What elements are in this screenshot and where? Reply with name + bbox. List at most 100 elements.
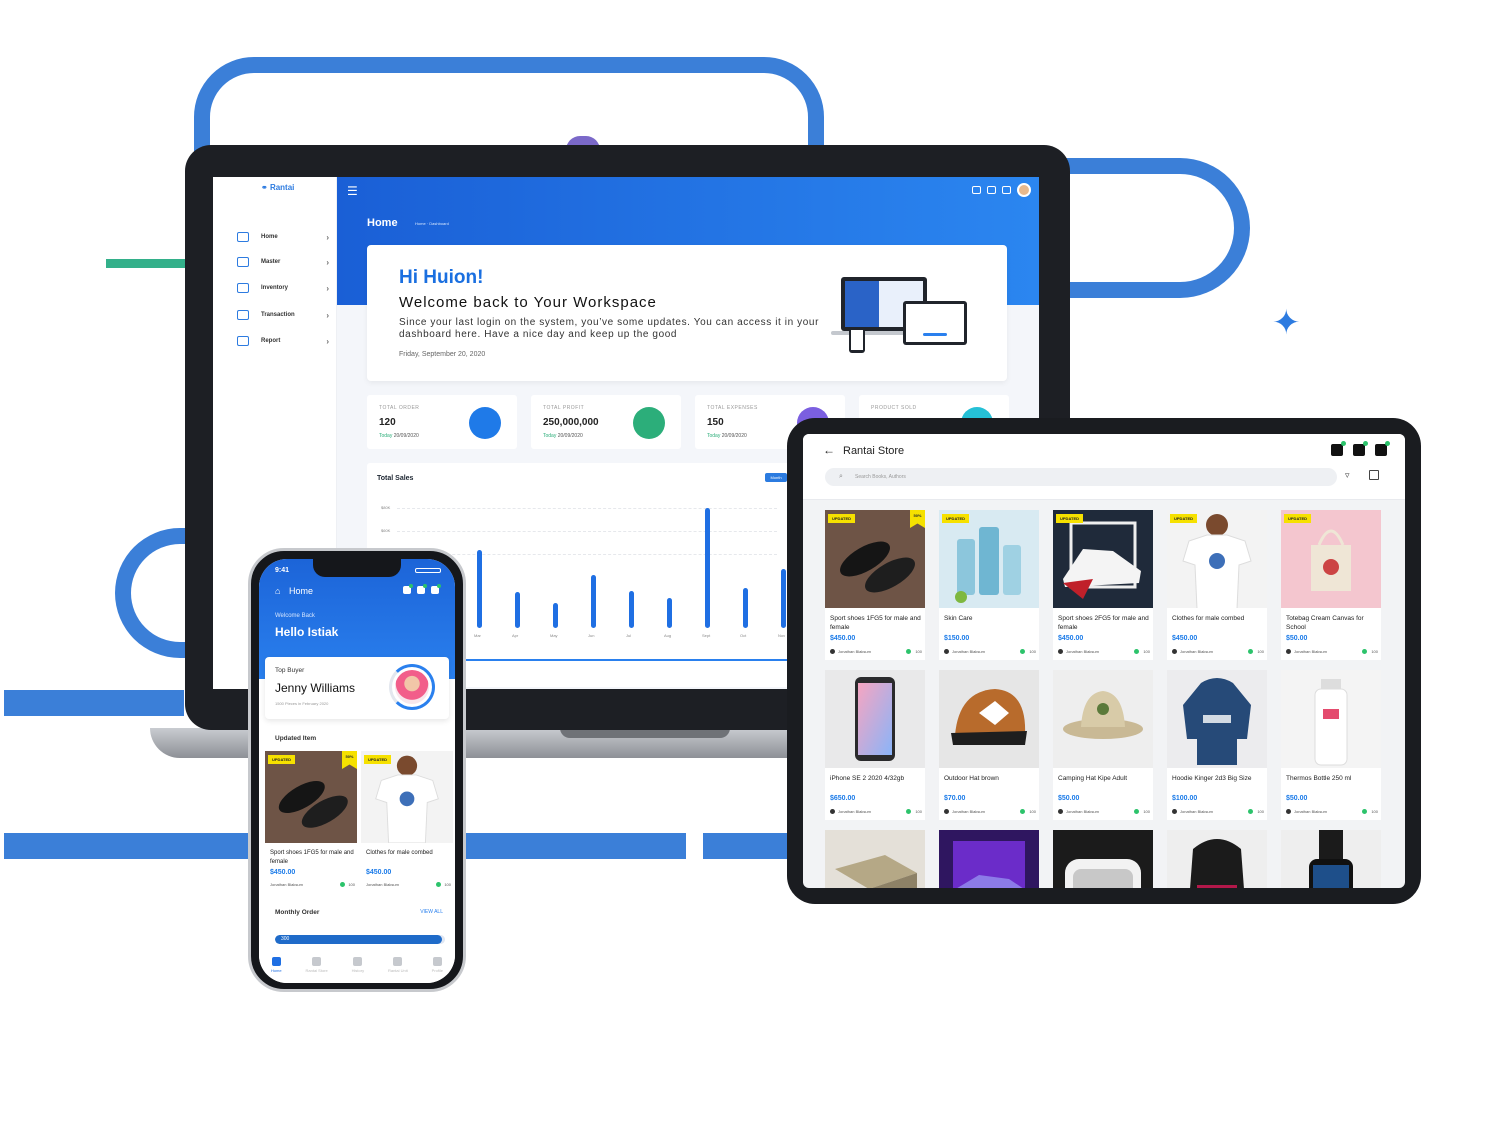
sidebar-item-master[interactable]: Master › [237, 254, 329, 270]
bell-icon[interactable] [417, 584, 427, 594]
sidebar-item-inventory[interactable]: Inventory › [237, 280, 329, 296]
sales-bar[interactable] [743, 587, 748, 628]
mobile-screen: 9:41 ⌂ Home Welcome Back Hello Istiak To… [259, 559, 455, 983]
cart-icon [237, 310, 249, 320]
online-status-dot [1134, 649, 1139, 654]
sidebar-item-label: Report [261, 338, 281, 344]
product-card[interactable]: UPDATED Totebag Cream Canvas for School $5… [1281, 510, 1381, 660]
cart-icon[interactable] [1002, 186, 1011, 194]
x-tick-label: Oct [740, 633, 747, 638]
product-card[interactable] [1281, 830, 1381, 888]
app-logo[interactable]: ⚭ Rantai [261, 183, 294, 192]
top-buyer-card[interactable]: Top Buyer Jenny Williams 1500 Pieces in … [265, 657, 449, 719]
tab-history[interactable]: History [352, 957, 364, 973]
product-card[interactable]: UPDATED Clothes for male combed $450.00 Jon… [1167, 510, 1267, 660]
sales-bar[interactable] [667, 598, 672, 628]
chevron-right-icon: › [326, 232, 329, 242]
tab-rantai-store[interactable]: Rantai Store [306, 957, 328, 973]
sales-bar[interactable] [781, 568, 786, 628]
product-price: $50.00 [1286, 795, 1308, 802]
product-price: $100.00 [1172, 795, 1198, 802]
filter-icon[interactable]: ▿ [1345, 470, 1350, 481]
product-count: 100 [1371, 809, 1378, 814]
avatar[interactable] [1017, 183, 1031, 197]
view-all-link[interactable]: VIEW ALL [420, 909, 443, 915]
online-status-dot [340, 882, 345, 887]
product-image [1281, 670, 1381, 768]
product-card[interactable]: Hoodie Kinger 2d3 Big Size $100.00 Jonatha… [1167, 670, 1267, 820]
product-seller: Jonathan Blaksum [1286, 649, 1327, 654]
product-name: Camping Hat Kipe Adult [1058, 775, 1128, 782]
cart-icon[interactable] [1375, 441, 1390, 456]
product-card[interactable] [825, 830, 925, 888]
product-count: 100 [1257, 809, 1264, 814]
product-image [1053, 670, 1153, 768]
stat-card-total-profit[interactable]: TOTAL PROFIT 250,000,000 Today 20/09/202… [531, 395, 681, 449]
grid-line [397, 531, 777, 532]
product-card[interactable] [939, 830, 1039, 888]
store-screen: ← Rantai Store Search Books, Authors ▿ U… [803, 434, 1405, 888]
tab-label: Home [270, 968, 282, 973]
product-image [1167, 670, 1267, 768]
product-seller: Jonathan Blaksum [1058, 809, 1099, 814]
page-title: Home [367, 217, 398, 229]
hamburger-menu-icon[interactable]: ☰ [347, 184, 358, 198]
product-count: 100 [1257, 649, 1264, 654]
money-hand-icon [633, 407, 665, 439]
tab-label: Rantai Unit [387, 968, 408, 973]
product-price: $450.00 [366, 869, 392, 876]
product-card[interactable]: UPDATED Skin Care $150.00 Jonathan Blaksum 1… [939, 510, 1039, 660]
report-icon [237, 336, 249, 346]
app-logo-text: Rantai [269, 183, 295, 192]
product-seller: Jonathan Blaksum [830, 649, 871, 654]
chat-icon[interactable] [1331, 441, 1346, 456]
tab-rantai-unit[interactable]: Rantai Unit [388, 957, 408, 973]
product-count: 100 [1143, 809, 1150, 814]
online-status-dot [1248, 809, 1253, 814]
cart-icon[interactable] [431, 584, 441, 594]
product-card[interactable]: Camping Hat Kipe Adult $50.00 Jonathan Bla… [1053, 670, 1153, 820]
product-image [1053, 830, 1153, 888]
sales-bar[interactable] [515, 592, 520, 628]
online-status-dot [1362, 649, 1367, 654]
online-status-dot [1020, 649, 1025, 654]
sales-bar[interactable] [705, 507, 710, 628]
product-card[interactable] [1167, 830, 1267, 888]
sales-bar[interactable] [477, 550, 482, 628]
stat-label: TOTAL EXPENSES [707, 405, 758, 411]
updated-item-heading: Updated Item [275, 735, 317, 742]
x-tick-label: Aug [664, 633, 672, 638]
sales-bar[interactable] [591, 574, 596, 628]
bell-icon[interactable] [987, 186, 996, 194]
product-card[interactable] [1053, 830, 1153, 888]
sidebar-item-transaction[interactable]: Transaction › [237, 307, 329, 323]
online-status-dot [436, 882, 441, 887]
stat-card-total-order[interactable]: TOTAL ORDER 120 Today 20/09/2020 [367, 395, 517, 449]
sales-bar[interactable] [553, 603, 558, 628]
devices-illustration [831, 277, 967, 353]
product-card[interactable]: UPDATED Sport shoes 2FG5 for male and fem… [1053, 510, 1153, 660]
product-card[interactable]: iPhone SE 2 2020 4/32gb $650.00 Jonathan B… [825, 670, 925, 820]
breadcrumb[interactable]: Home · Dashboard [415, 221, 449, 226]
product-card[interactable]: Outdoor Hat brown $70.00 Jonathan Blaksum 1… [939, 670, 1039, 820]
sales-bar[interactable] [629, 590, 634, 628]
back-arrow-icon[interactable]: ← [823, 443, 835, 457]
bell-icon[interactable] [1353, 441, 1368, 456]
y-tick-label: $60K [381, 528, 391, 533]
sidebar-item-home[interactable]: Home › [237, 229, 329, 245]
chat-icon[interactable] [972, 186, 981, 194]
battery-icon [415, 568, 441, 573]
product-price: $150.00 [944, 635, 970, 642]
product-image [1167, 510, 1267, 608]
tab-profile[interactable]: Profile [432, 957, 443, 973]
product-card[interactable]: UPDATED 50% Sport shoes 1FG5 for male and … [825, 510, 925, 660]
sidebar-item-report[interactable]: Report › [237, 333, 329, 349]
updated-item-card[interactable]: UPDATED Clothes for male combed $450.00 Jon… [361, 751, 453, 899]
tab-home[interactable]: Home [271, 957, 282, 973]
search-input[interactable]: Search Books, Authors [825, 468, 1337, 486]
chat-icon[interactable] [403, 584, 413, 594]
updated-item-card[interactable]: UPDATED 50% Sport shoes 1FG5 for male and … [265, 751, 357, 899]
decor-bar-bottom-right [703, 833, 787, 859]
list-view-icon[interactable] [1369, 470, 1379, 480]
product-card[interactable]: Thermos Bottle 250 ml $50.00 Jonathan Blak… [1281, 670, 1381, 820]
